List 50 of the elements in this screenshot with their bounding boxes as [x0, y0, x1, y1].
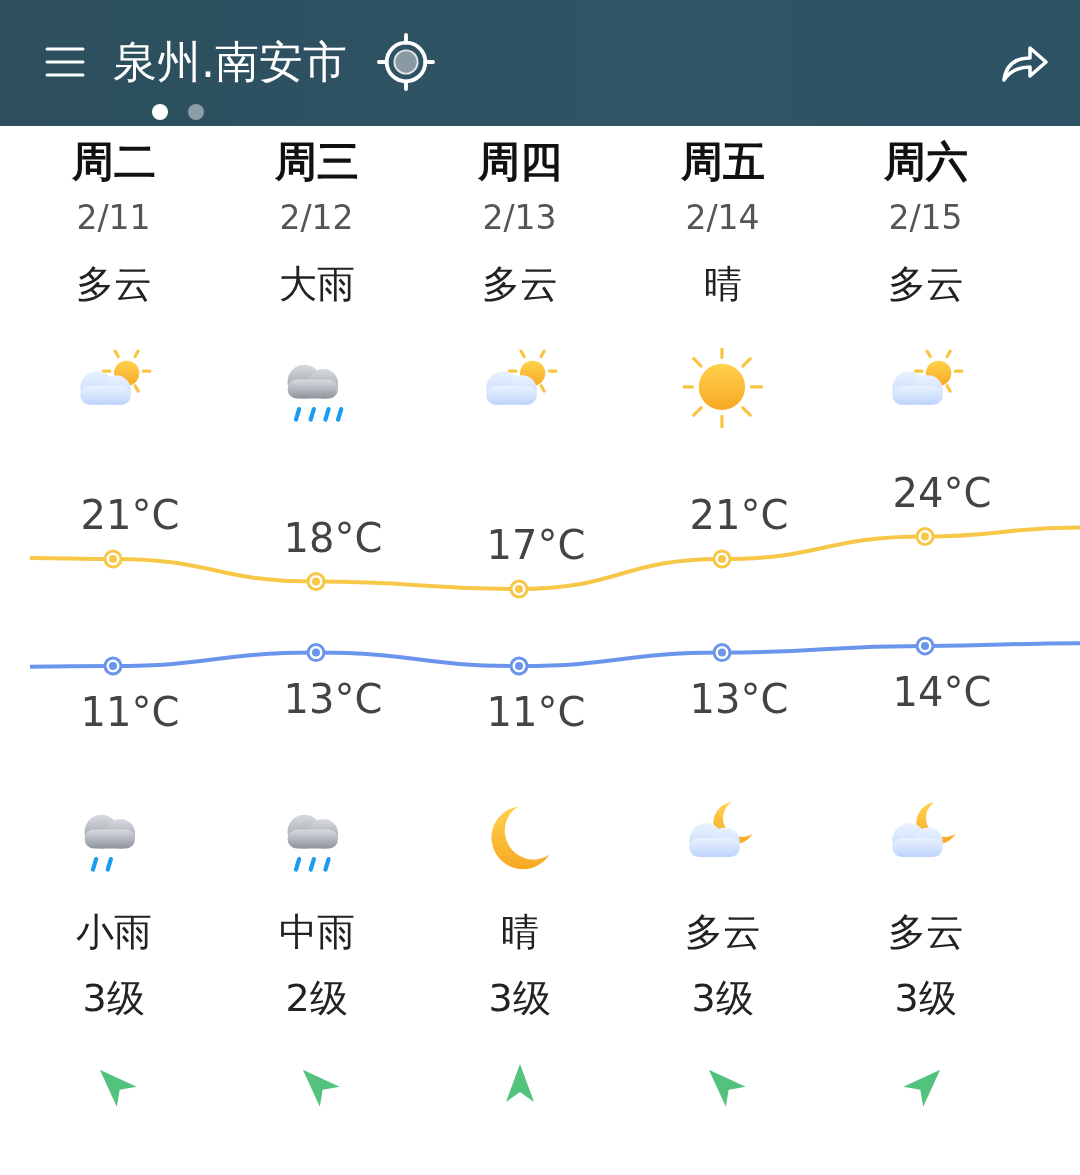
- weather-label: 小雨: [75, 909, 152, 956]
- location-target-icon[interactable]: [377, 33, 435, 91]
- low-temperature-point: [306, 643, 326, 663]
- wind-level-label: 3级: [894, 975, 957, 1022]
- temperature-label: 21°C: [689, 492, 789, 538]
- low-temperature-point: [509, 656, 529, 676]
- high-temperature-point: [306, 572, 326, 591]
- city-title[interactable]: 泉州.南安市: [113, 34, 347, 90]
- temperature-label: 11°C: [80, 689, 180, 735]
- weather-label: 大雨: [278, 261, 355, 308]
- temperature-label: 13°C: [689, 675, 789, 722]
- page-dot[interactable]: [152, 104, 168, 120]
- date-label: 2/15: [888, 197, 963, 239]
- weekday-label: 周四: [477, 136, 562, 188]
- low-temperature-point: [103, 656, 123, 676]
- date-label: 2/11: [76, 197, 151, 239]
- temperature-label: 14°C: [892, 668, 992, 715]
- temperature-label: 17°C: [486, 522, 586, 568]
- weather-label: 多云: [75, 261, 152, 308]
- low-temperature-point: [712, 643, 732, 663]
- temperature-label: 21°C: [80, 492, 180, 538]
- date-label: 2/14: [685, 197, 760, 239]
- low-temperature-point: [915, 636, 935, 656]
- temperature-label: 24°C: [892, 469, 992, 516]
- date-label: 2/13: [482, 197, 557, 239]
- weather-label: 多云: [887, 909, 964, 956]
- weather-label: 多云: [684, 909, 761, 956]
- weather-label: 晴: [500, 909, 539, 956]
- high-temperature-point: [509, 579, 529, 599]
- weather-label: 多云: [887, 261, 964, 308]
- high-temperature-point: [915, 527, 935, 546]
- wind-level-label: 3级: [82, 975, 145, 1022]
- wind-level-label: 3级: [488, 975, 551, 1022]
- weather-label: 晴: [703, 261, 742, 308]
- high-temperature-point: [712, 549, 732, 569]
- weather-label: 中雨: [278, 909, 355, 956]
- high-temperature-point: [103, 549, 123, 569]
- temperature-label: 18°C: [283, 514, 383, 561]
- wind-level-label: 3级: [691, 975, 754, 1022]
- wind-level-label: 2级: [285, 975, 348, 1022]
- menu-icon[interactable]: [45, 46, 85, 78]
- weekday-label: 周三: [274, 136, 359, 188]
- date-label: 2/12: [279, 197, 354, 239]
- temperature-label: 11°C: [486, 689, 586, 735]
- page-dot[interactable]: [188, 104, 204, 120]
- weather-label: 多云: [481, 261, 558, 308]
- weekday-label: 周六: [883, 136, 968, 188]
- weekday-label: 周二: [71, 136, 156, 188]
- weekday-label: 周五: [680, 136, 765, 188]
- temperature-label: 13°C: [283, 675, 383, 722]
